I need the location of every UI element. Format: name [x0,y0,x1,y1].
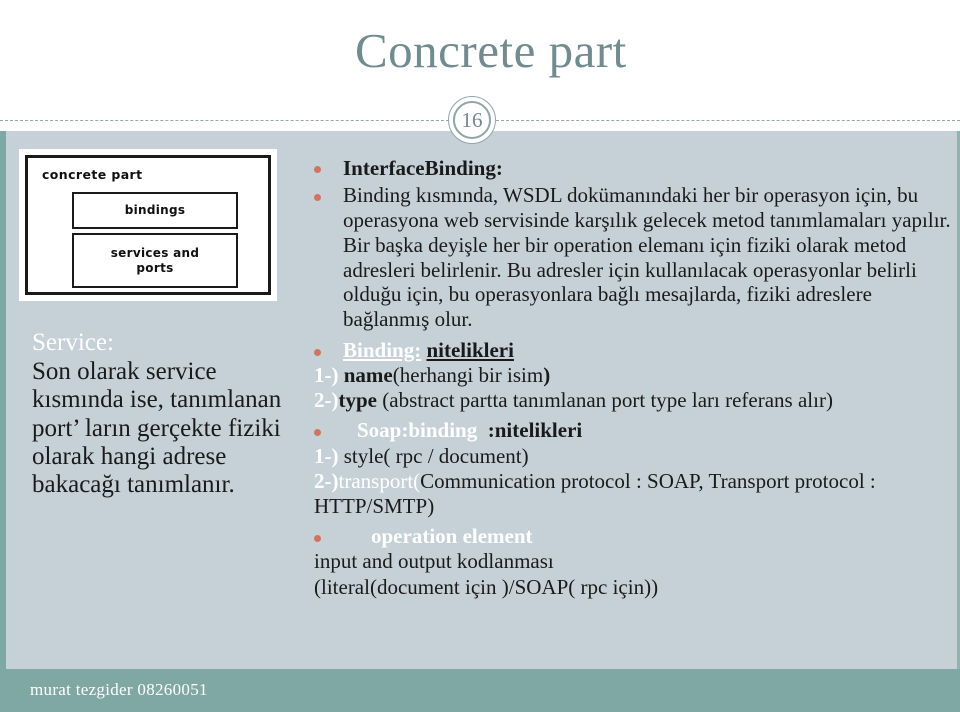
interface-binding-paragraph-row: Binding kısmında, WSDL dokümanındaki her… [305,183,953,332]
service-heading: Service: [32,329,114,356]
slide-body: concrete part bindings services and port… [0,131,960,669]
soap-binding-attribute-1: 1-) style( rpc / document) [305,444,953,469]
bullet-dot-icon [314,429,321,437]
interface-binding-heading: InterfaceBinding: [343,156,503,180]
binding-attributes-label: nitelikleri [426,337,514,362]
soap-binding-label: :nitelikleri [487,418,583,443]
diagram-box-bindings: bindings [72,192,238,229]
operation-element-row: operation element [305,524,953,549]
service-description: Service: Son olarak service kısmında ise… [32,329,300,499]
diagram-outer-label: concrete part [42,167,143,182]
diagram-outer-box: concrete part bindings services and port… [25,155,271,295]
binding-attributes-heading-row: Binding: nitelikleri [305,338,953,363]
operation-line-2: (literal(document için )/SOAP( rpc için)… [314,574,659,599]
slide: Concrete part 16 concrete part bindings … [0,0,960,712]
service-body-text: Son olarak service kısmında ise, tanımla… [32,358,282,498]
binding-attribute-1-detail: (herhangi bir isim [392,363,544,388]
binding-attribute-1-name: name [343,363,393,388]
bullet-dot-icon [314,535,321,543]
left-accent-strip [0,131,6,669]
soap-binding-attribute-1-marker: 1-) [314,443,339,468]
operation-element-label: operation element [371,524,533,549]
binding-attribute-1-tail: ) [543,363,551,388]
diagram-box-services-and-ports-label: services and ports [110,245,200,275]
concrete-part-diagram: concrete part bindings services and port… [19,149,277,301]
binding-attribute-2-marker: 2-) [314,388,339,413]
binding-attribute-1-marker: 1-) [314,363,339,388]
soap-binding-attribute-1-detail: style( rpc / document) [338,443,529,468]
interface-binding-heading-row: InterfaceBinding: [305,155,953,181]
soap-binding-attribute-2-name: transport( [338,468,421,493]
page-title: Concrete part [355,23,627,78]
interface-binding-paragraph: Binding kısmında, WSDL dokümanındaki her… [343,183,951,332]
operation-line-1: input and output kodlanması [314,549,554,574]
binding-attribute-1: 1-) name(herhangi bir isim) [305,363,953,388]
binding-attribute-2-name: type [338,388,378,413]
bullet-dot-icon [314,348,321,356]
left-column: concrete part bindings services and port… [10,131,300,669]
binding-attribute-2-detail: (abstract partta tanımlanan port type la… [377,388,833,413]
binding-attributes-label-prefix: Binding: [343,337,422,362]
slide-footer: murat tezgider 08260051 [0,669,960,712]
binding-attribute-2: 2-)type (abstract partta tanımlanan port… [305,388,953,413]
right-column: InterfaceBinding: Binding kısmında, WSDL… [305,131,953,669]
page-number-badge: 16 [448,96,496,144]
soap-binding-heading-row: Soap:binding :nitelikleri [305,418,953,443]
soap-binding-attribute-2: 2-)transport(Communication protocol : SO… [305,469,953,519]
diagram-box-bindings-label: bindings [124,203,186,217]
diagram-box-services-and-ports: services and ports [72,233,238,288]
bullet-dot-icon [314,194,321,202]
bullet-dot-icon [314,165,321,173]
page-number: 16 [461,107,483,132]
soap-binding-label-prefix: Soap:binding [357,418,478,443]
footer-author: murat tezgider 08260051 [30,680,208,699]
soap-binding-attribute-2-marker: 2-) [314,468,339,493]
